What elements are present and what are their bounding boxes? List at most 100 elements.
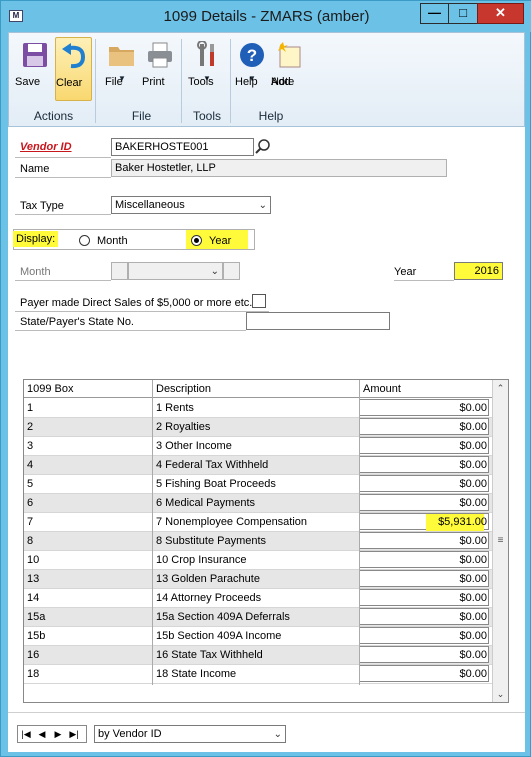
previous-record-icon[interactable]: ◀: [34, 726, 50, 742]
help-icon: ?: [240, 43, 264, 67]
tools-icon: [197, 41, 214, 66]
vendor-id-field[interactable]: BAKERHOSTE001: [111, 138, 254, 156]
sort-select[interactable]: by Vendor ID ⌄: [94, 725, 286, 743]
table-row[interactable]: 13 13 Golden Parachute $0.00: [24, 570, 492, 589]
group-file-label: File: [131, 109, 152, 123]
table-row[interactable]: 5 5 Fishing Boat Proceeds $0.00: [24, 475, 492, 494]
group-help-label: Help: [258, 109, 284, 123]
svg-text:?: ?: [247, 46, 257, 65]
table-row[interactable]: 2 2 Royalties $0.00: [24, 418, 492, 437]
amount-cell: $0.00: [459, 668, 487, 680]
box-cell: 15a: [27, 611, 46, 623]
sort-value: by Vendor ID: [98, 728, 162, 740]
box-cell: 5: [27, 478, 34, 490]
boxes-grid: 1099 Box Description Amount 1 1 Rents $0.0…: [23, 379, 509, 703]
description-cell: 10 Crop Insurance: [156, 554, 247, 566]
display-year-radio[interactable]: [191, 235, 202, 246]
ribbon-separator: [181, 39, 182, 123]
year-field[interactable]: 2016: [454, 262, 503, 280]
chevron-down-icon: ⌄: [258, 200, 267, 211]
box-cell: 1: [27, 402, 34, 414]
box-cell: 7: [27, 516, 34, 528]
first-record-icon[interactable]: |◀: [18, 726, 34, 742]
state-field[interactable]: [246, 312, 390, 330]
close-button[interactable]: ✕: [477, 3, 524, 24]
table-row[interactable]: 6 6 Medical Payments $0.00: [24, 494, 492, 513]
display-month-radio[interactable]: [79, 235, 90, 246]
direct-sales-checkbox[interactable]: [252, 294, 266, 308]
table-row[interactable]: 3 3 Other Income $0.00: [24, 437, 492, 456]
display-label: Display:: [13, 231, 59, 247]
amount-cell: $0.00: [459, 497, 487, 509]
table-row[interactable]: 15a 15a Section 409A Deferrals $0.00: [24, 608, 492, 627]
clear-button[interactable]: Clear: [55, 37, 92, 101]
table-row[interactable]: 10 10 Crop Insurance $0.00: [24, 551, 492, 570]
scroll-up-icon[interactable]: ⌃: [493, 380, 508, 396]
divider: [15, 330, 246, 331]
display-year-label[interactable]: Year: [209, 235, 231, 247]
last-record-icon[interactable]: ▶|: [66, 726, 82, 742]
minimize-button[interactable]: —: [420, 3, 448, 24]
divider: [15, 214, 111, 215]
table-row[interactable]: 7 7 Nonemployee Compensation $5,931.00: [24, 513, 492, 532]
divider: [15, 177, 111, 178]
column-divider: [152, 380, 153, 685]
col-header-description[interactable]: Description: [153, 380, 359, 399]
table-row[interactable]: 18 18 State Income $0.00: [24, 665, 492, 684]
folder-icon: [109, 47, 134, 66]
file-menu-button[interactable]: File ▼: [105, 37, 139, 101]
scroll-grip-icon[interactable]: ≡: [495, 530, 506, 552]
ribbon: Save Clear Actions File ▼ Print File Too…: [8, 32, 525, 127]
grid-scrollbar[interactable]: ⌃ ≡ ⌄: [492, 380, 508, 702]
table-row[interactable]: 8 8 Substitute Payments $0.00: [24, 532, 492, 551]
box-cell: 2: [27, 421, 34, 433]
tax-type-value: Miscellaneous: [115, 199, 185, 211]
direct-sales-label: Payer made Direct Sales of $5,000 or mor…: [20, 297, 253, 309]
clear-label: Clear: [56, 77, 83, 89]
tax-type-select[interactable]: Miscellaneous ⌄: [111, 196, 271, 214]
table-row[interactable]: 14 14 Attorney Proceeds $0.00: [24, 589, 492, 608]
save-button[interactable]: Save: [15, 37, 55, 101]
print-button[interactable]: Print: [142, 37, 178, 101]
description-cell: 8 Substitute Payments: [156, 535, 267, 547]
description-cell: 13 Golden Parachute: [156, 573, 260, 585]
display-month-label[interactable]: Month: [97, 235, 128, 247]
tools-menu-button[interactable]: Tools ▼: [188, 37, 226, 101]
magnifier-icon: [255, 139, 270, 154]
add-note-button[interactable]: Add Note: [271, 37, 307, 101]
divider: [15, 280, 111, 281]
amount-cell: $0.00: [459, 535, 487, 547]
description-cell: 7 Nonemployee Compensation: [156, 516, 308, 528]
lookup-button[interactable]: [254, 138, 272, 156]
vendor-id-label[interactable]: Vendor ID: [20, 141, 72, 153]
box-cell: 4: [27, 459, 34, 471]
help-menu-button[interactable]: ? Help ▼: [235, 37, 269, 101]
divider: [15, 311, 269, 312]
scroll-down-icon[interactable]: ⌄: [493, 686, 508, 702]
box-cell: 15b: [27, 630, 46, 642]
month-prev-button: [111, 262, 128, 280]
description-cell: 1 Rents: [156, 402, 194, 414]
divider: [15, 157, 111, 158]
description-cell: 6 Medical Payments: [156, 497, 256, 509]
table-row[interactable]: 1 1 Rents $0.00: [24, 399, 492, 418]
next-record-icon[interactable]: ▶: [50, 726, 66, 742]
undo-icon: [61, 43, 85, 69]
amount-cell: $0.00: [459, 478, 487, 490]
col-header-amount[interactable]: Amount: [360, 380, 490, 399]
amount-cell: $0.00: [459, 573, 487, 585]
divider: [394, 280, 454, 281]
amount-cell: $0.00: [459, 459, 487, 471]
box-cell: 18: [27, 668, 40, 680]
month-next-button: [223, 262, 240, 280]
table-row[interactable]: 15b 15b Section 409A Income $0.00: [24, 627, 492, 646]
col-header-box[interactable]: 1099 Box: [24, 380, 152, 399]
tools-label: Tools: [188, 76, 214, 88]
form-area: Vendor ID BAKERHOSTE001 Name Baker Hoste…: [8, 127, 525, 712]
box-cell: 6: [27, 497, 34, 509]
table-row[interactable]: 4 4 Federal Tax Withheld $0.00: [24, 456, 492, 475]
state-label: State/Payer's State No.: [20, 316, 134, 328]
box-cell: 8: [27, 535, 34, 547]
maximize-button[interactable]: □: [448, 3, 477, 24]
table-row[interactable]: 16 16 State Tax Withheld $0.00: [24, 646, 492, 665]
